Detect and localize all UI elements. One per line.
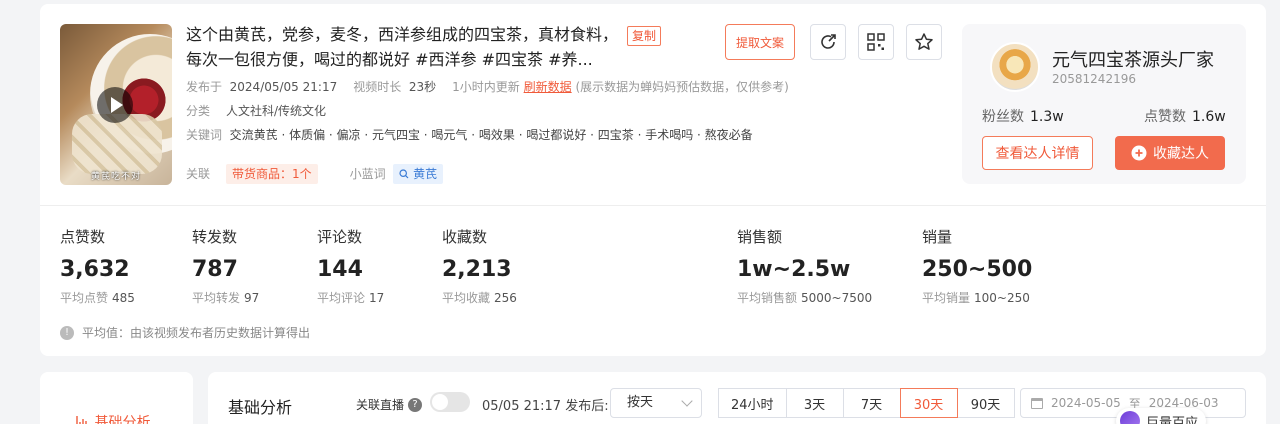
date-start: 2024-05-05 [1051,396,1121,410]
publish-row: 发布于 2024/05/05 21:17 视频时长 23秒 1小时内更新 刷新数据 … [186,80,789,94]
section-title: 基础分析 [228,398,293,417]
goods-tag[interactable]: 带货商品：1个 [226,164,318,184]
range-3d[interactable]: 3天 [785,388,844,418]
play-icon[interactable] [97,87,133,123]
range-30d[interactable]: 30天 [899,388,958,418]
floating-app-chip[interactable]: 巨量百应 [1116,408,1207,424]
info-icon: ! [60,325,74,340]
video-thumbnail[interactable]: 黄芪吃不对 [60,24,172,185]
live-link-label: 关联直播 ? [356,396,423,413]
thumbnail-slices [72,114,162,174]
bluelink-tag[interactable]: 黄芪 [393,164,444,184]
keywords-row: 关键词 交流黄芪 · 体质偏 · 偏凉 · 元气四宝 · 喝元气 · 喝效果 ·… [186,128,753,142]
author-name[interactable]: 元气四宝茶源头厂家 [1052,46,1214,72]
stat-collects: 收藏数 2,213 平均收藏 256 [442,228,517,305]
video-detail-card: 黄芪吃不对 这个由黄芪，党参，麦冬，西洋参组成的四宝茶，真材食料，每次一包很方便… [40,4,1266,356]
live-link-toggle[interactable] [430,392,470,412]
author-panel: 元气四宝茶源头厂家 20581242196 粉丝数 1.3w 点赞数 1.6w 查看… [962,24,1246,184]
refresh-data-link[interactable]: 刷新数据 [524,80,572,94]
calendar-icon [1031,397,1043,409]
section-divider [40,205,1266,206]
extract-text-button[interactable]: 提取文案 [725,24,795,60]
keywords-value: 交流黄芪 · 体质偏 · 偏凉 · 元气四宝 · 喝元气 · 喝效果 · 喝过都… [229,128,753,142]
stat-comments: 评论数 144 平均评论 17 [317,228,385,305]
basic-analysis-panel: 基础分析 关联直播 ? 05/05 21:17 发布后: 按天 24小时 3天 … [208,372,1266,424]
copy-button[interactable]: 复制 [627,26,662,46]
video-duration: 23秒 [408,80,437,94]
qrcode-button[interactable] [858,24,894,60]
stat-likes: 点赞数 3,632 平均点赞 485 [60,228,135,305]
share-button[interactable] [810,24,846,60]
author-fans: 粉丝数 1.3w [982,109,1064,125]
publish-time: 2024/05/05 21:17 [229,80,338,94]
star-icon [915,33,933,50]
share-icon [821,34,836,49]
category-value: 人文社科/传统文化 [226,104,327,118]
time-range-group: 24小时 3天 7天 30天 90天 [718,388,1015,418]
video-title: 这个由黄芪，党参，麦冬，西洋参组成的四宝茶，真材食料，每次一包很方便，喝过的都说… [186,25,619,69]
stat-sales-amount: 销售额 1w~2.5w 平均销售额 5000~7500 [737,228,873,305]
view-author-detail-button[interactable]: 查看达人详情 [982,136,1093,170]
favorite-button[interactable] [906,24,942,60]
qrcode-icon [867,33,885,51]
side-nav-basic-analysis[interactable]: 基础分析 [76,412,150,424]
search-icon [399,169,409,179]
range-90d[interactable]: 90天 [956,388,1015,418]
stat-sales-volume: 销量 250~500 平均销量 100~250 [922,228,1033,305]
chevron-down-icon [681,395,693,407]
thumbnail-caption: 黄芪吃不对 [90,172,141,182]
chart-icon [76,416,87,424]
range-24h[interactable]: 24小时 [718,388,787,418]
author-avatar[interactable] [990,42,1040,92]
granularity-select[interactable]: 按天 [610,388,702,418]
stat-shares: 转发数 787 平均转发 97 [192,228,260,305]
author-id: 20581242196 [1052,72,1136,86]
average-note: ! 平均值：由该视频发布者历史数据计算得出 [60,324,310,341]
after-publish-label: 05/05 21:17 发布后: [482,399,609,414]
plus-circle-icon [1131,145,1147,161]
collect-author-button[interactable]: 收藏达人 [1115,136,1225,170]
author-likes: 点赞数 1.6w [1144,109,1226,125]
related-row: 关联 带货商品：1个 小蓝词 黄芪 [186,164,444,184]
app-logo-icon [1120,411,1140,424]
range-7d[interactable]: 7天 [842,388,901,418]
analysis-side-nav: 基础分析 [40,372,193,424]
category-row: 分类 人文社科/传统文化 [186,104,327,118]
help-icon[interactable]: ? [408,397,423,412]
